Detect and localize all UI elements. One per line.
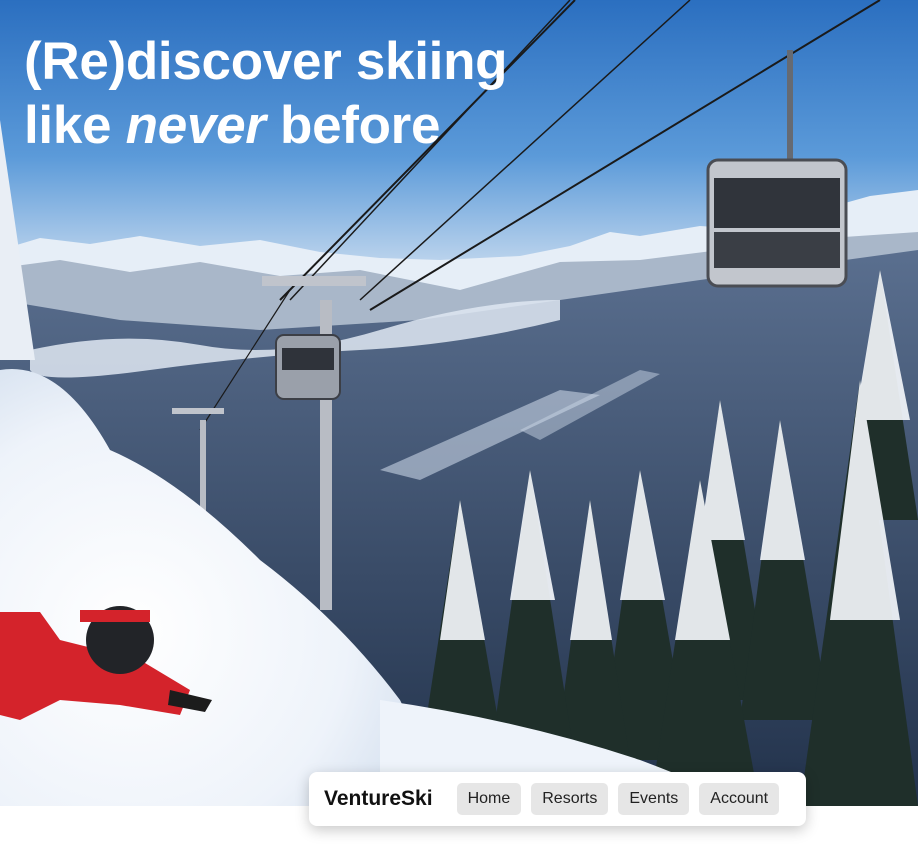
nav-home-button[interactable]: Home <box>456 783 522 815</box>
main-navbar: VentureSki Home Resorts Events Account <box>309 772 806 826</box>
nav-account-button[interactable]: Account <box>699 783 780 815</box>
headline-emphasis: never <box>125 96 266 155</box>
headline-line-2-end: before <box>265 96 441 155</box>
nav-resorts-button[interactable]: Resorts <box>531 783 609 815</box>
nav-events-button[interactable]: Events <box>618 783 690 815</box>
headline-line-2-start: like <box>24 96 126 155</box>
headline-line-1: (Re)discover skiing <box>24 32 508 91</box>
brand-logo[interactable]: VentureSki <box>324 787 433 811</box>
hero-headline: (Re)discover skiing like never before <box>24 30 508 158</box>
hero-section: (Re)discover skiing like never before <box>0 0 918 806</box>
